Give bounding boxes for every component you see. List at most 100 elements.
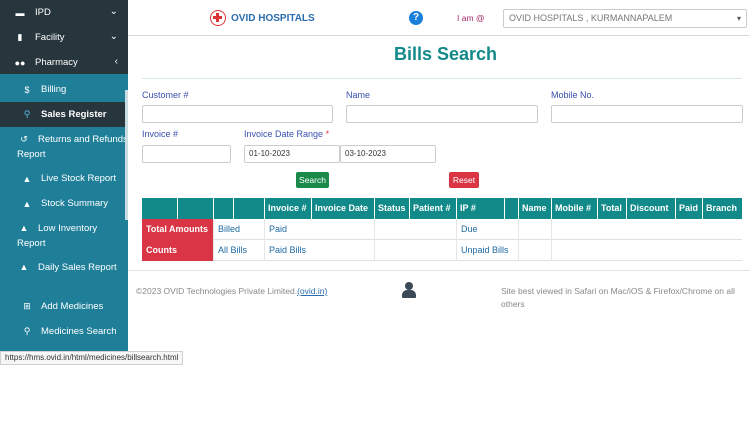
column-header-status[interactable]: Status xyxy=(375,198,410,219)
support-agent-body xyxy=(402,290,416,298)
chevron-left-icon: ‹ xyxy=(114,56,118,67)
invoice-input[interactable] xyxy=(142,145,231,163)
bills-table: Invoice # Invoice Date Status Patient # … xyxy=(142,198,742,261)
column-header-discount[interactable]: Discount xyxy=(627,198,676,219)
support-agent-head xyxy=(405,282,413,290)
table-row-counts: Counts All Bills Paid Bills Unpaid Bills xyxy=(142,240,742,261)
sidebar-top-section: ▬ IPD ⌄ ▮ Facility ⌄ ●● Pharmacy ‹ xyxy=(0,0,128,74)
plus-square-icon: ⊞ xyxy=(23,301,31,311)
sidebar-item-label: Daily Sales Report xyxy=(38,262,117,273)
sidebar-item-label: Billing xyxy=(41,84,67,95)
date-from-input[interactable]: 01-10-2023 xyxy=(244,145,340,163)
column-header-name[interactable]: Name xyxy=(519,198,552,219)
column-header xyxy=(142,198,178,219)
sidebar-item-label: IPD xyxy=(35,7,51,18)
dropdown-arrow-icon: ▾ xyxy=(736,14,741,23)
column-header-paid[interactable]: Paid xyxy=(676,198,703,219)
invoice-label: Invoice # xyxy=(142,129,179,139)
table-row-total-amounts: Total Amounts Billed Paid Due xyxy=(142,219,742,240)
iam-label: I am @ xyxy=(457,13,485,23)
search-button[interactable]: Search xyxy=(296,172,329,188)
sidebar-item-text: ↺ Returns and Refunds Report xyxy=(17,132,128,162)
pills-icon: ●● xyxy=(14,57,26,68)
copyright: ©2023 OVID Technologies Private Limited.… xyxy=(136,286,327,296)
brand-name: OVID HOSPITALS xyxy=(231,12,315,24)
chevron-down-icon: ⌄ xyxy=(109,31,118,42)
brand-logo[interactable]: OVID HOSPITALS xyxy=(210,10,315,26)
sidebar-item-daily-sales[interactable]: ▲ Daily Sales Report xyxy=(0,255,128,294)
date-range-label-text: Invoice Date Range xyxy=(244,129,324,139)
customer-input[interactable] xyxy=(142,105,333,123)
hospital-select[interactable]: OVID HOSPITALS , KURMANNAPALEM ▾ xyxy=(503,9,747,28)
cubes-icon: ▲ xyxy=(22,173,32,184)
title-divider xyxy=(142,78,742,79)
sidebar-item-label: Sales Register xyxy=(41,109,107,120)
date-range-label: Invoice Date Range * xyxy=(244,129,329,139)
chevron-down-icon: ⌄ xyxy=(109,6,118,17)
support-agent-icon[interactable] xyxy=(401,281,417,299)
paid-bills-link[interactable]: Paid Bills xyxy=(265,240,375,261)
column-header xyxy=(214,198,234,219)
cubes-icon: ▲ xyxy=(22,198,32,209)
mobile-input[interactable] xyxy=(551,105,743,123)
table-header-row: Invoice # Invoice Date Status Patient # … xyxy=(142,198,742,219)
sidebar-item-text: ▲ Low Inventory Report xyxy=(17,221,128,251)
sidebar-item-stock-summary[interactable]: ▲ Stock Summary xyxy=(0,191,128,216)
sidebar-item-returns-refunds[interactable]: ↺ Returns and Refunds Report xyxy=(0,127,128,166)
sidebar-item-pharmacy[interactable]: ●● Pharmacy ‹ xyxy=(0,50,128,75)
sidebar-item-label: Stock Summary xyxy=(41,198,109,209)
browser-status-url: https://hms.ovid.in/html/medicines/bills… xyxy=(0,351,184,365)
sidebar-item-facility[interactable]: ▮ Facility ⌄ xyxy=(0,25,128,50)
sidebar-item-billing[interactable]: $ Billing xyxy=(0,77,128,102)
column-header-ip[interactable]: IP # xyxy=(457,198,505,219)
mobile-label: Mobile No. xyxy=(551,90,595,100)
column-header-mobile[interactable]: Mobile # xyxy=(552,198,598,219)
cubes-icon: ▲ xyxy=(19,262,29,272)
footer-divider xyxy=(128,270,750,271)
row-label: Counts xyxy=(142,240,214,261)
column-header-patient[interactable]: Patient # xyxy=(410,198,457,219)
undo-icon: ↺ xyxy=(20,134,28,144)
sidebar-item-add-medicines[interactable]: ⊞ Add Medicines xyxy=(0,294,128,319)
reset-button[interactable]: Reset xyxy=(449,172,479,188)
sidebar-item-live-stock[interactable]: ▲ Live Stock Report xyxy=(0,166,128,191)
row-label: Total Amounts xyxy=(142,219,214,240)
table-cell xyxy=(519,219,552,240)
customer-label: Customer # xyxy=(142,90,189,100)
bed-icon: ▬ xyxy=(15,7,25,18)
building-icon: ▮ xyxy=(17,32,23,42)
date-to-input[interactable]: 03-10-2023 xyxy=(340,145,436,163)
search-icon: ⚲ xyxy=(23,326,31,336)
main-content: Bills Search Customer # Name Mobile No. … xyxy=(128,36,750,351)
table-cell xyxy=(519,240,552,261)
sidebar-item-ipd[interactable]: ▬ IPD ⌄ xyxy=(0,0,128,25)
sidebar-item-medicines-search[interactable]: ⚲ Medicines Search xyxy=(0,319,128,344)
sidebar-item-label: Add Medicines xyxy=(41,301,104,312)
search-icon: ⚲ xyxy=(23,109,31,119)
sidebar-item-low-inventory[interactable]: ▲ Low Inventory Report xyxy=(0,216,128,255)
due-cell: Due xyxy=(457,219,519,240)
column-header-branch[interactable]: Branch xyxy=(703,198,742,219)
sidebar-item-sales-register[interactable]: ⚲ Sales Register xyxy=(0,102,128,127)
table-cell xyxy=(375,240,457,261)
unpaid-bills-link[interactable]: Unpaid Bills xyxy=(457,240,519,261)
sidebar: ▬ IPD ⌄ ▮ Facility ⌄ ●● Pharmacy ‹ $ Bil… xyxy=(0,0,128,351)
all-bills-link[interactable]: All Bills xyxy=(214,240,265,261)
sidebar-item-text: ▲ Daily Sales Report xyxy=(17,260,117,275)
hospital-cross-icon xyxy=(210,10,226,26)
help-icon[interactable]: ? xyxy=(409,11,423,25)
column-header-invoice-date[interactable]: Invoice Date xyxy=(312,198,375,219)
sidebar-item-label: Live Stock Report xyxy=(41,173,116,184)
required-marker: * xyxy=(325,129,330,139)
column-header-invoice[interactable]: Invoice # xyxy=(265,198,312,219)
sidebar-item-label: Returns and Refunds Report xyxy=(17,134,128,160)
top-header: OVID HOSPITALS ? I am @ OVID HOSPITALS ,… xyxy=(128,0,750,36)
name-label: Name xyxy=(346,90,371,100)
name-input[interactable] xyxy=(346,105,538,123)
sidebar-item-label: Medicines Search xyxy=(41,326,117,337)
ovid-link[interactable]: (ovid.in) xyxy=(297,286,327,296)
billed-cell: Billed xyxy=(214,219,265,240)
browser-note: Site best viewed in Safari on Mac/iOS & … xyxy=(501,286,735,309)
column-header-total[interactable]: Total xyxy=(598,198,627,219)
cubes-icon: ▲ xyxy=(19,223,29,233)
